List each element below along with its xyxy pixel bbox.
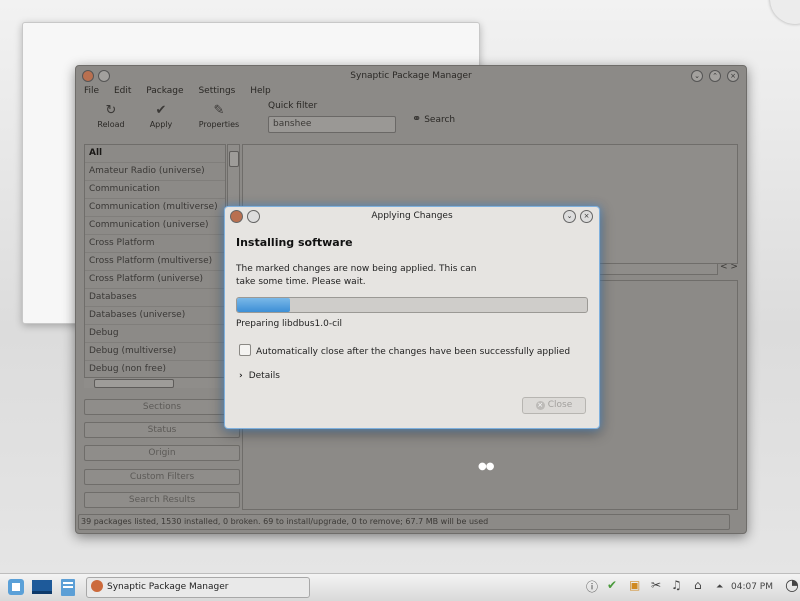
maximize-icon[interactable]: ⌃ — [709, 70, 721, 82]
busy-spinner-icon: ●● — [478, 461, 494, 472]
cashew-icon[interactable]: ◔ — [785, 575, 799, 594]
section-item[interactable]: Cross Platform — [85, 235, 225, 253]
close-icon[interactable]: × — [727, 70, 739, 82]
section-item[interactable]: Communication (multiverse) — [85, 199, 225, 217]
network-icon[interactable]: ⌂ — [694, 578, 702, 592]
section-item[interactable]: Cross Platform (universe) — [85, 271, 225, 289]
klipper-scissors-icon[interactable]: ✂ — [651, 578, 661, 592]
section-item[interactable]: All — [85, 145, 225, 163]
desktop-widget — [770, 0, 800, 24]
progress-status: Preparing libdbus1.0-cil — [236, 319, 343, 329]
update-icon[interactable]: ✔ — [607, 578, 617, 592]
search-results-button[interactable]: Search Results — [84, 492, 240, 508]
quick-filter-input[interactable]: banshee — [268, 116, 396, 133]
dialog-title: Applying Changes — [371, 211, 453, 221]
menu-file[interactable]: File — [84, 86, 99, 96]
auto-close-checkbox[interactable]: Automatically close after the changes ha… — [239, 344, 570, 357]
tray-expand-icon[interactable]: ⏶ — [716, 582, 723, 592]
checkmark-icon: ✔ — [155, 103, 167, 118]
window-title: Synaptic Package Manager — [350, 71, 472, 81]
info-icon[interactable]: ⓘ — [586, 578, 598, 595]
sections-list: All Amateur Radio (universe) Communication… — [84, 144, 226, 378]
properties-button[interactable]: ✎ Properties — [196, 102, 242, 130]
menubar: File Edit Package Settings Help — [84, 86, 283, 100]
section-item[interactable]: Databases — [85, 289, 225, 307]
section-item[interactable]: Databases (universe) — [85, 307, 225, 325]
progress-fill — [237, 298, 290, 312]
clipboard-icon[interactable]: ▣ — [629, 578, 640, 592]
volume-icon[interactable]: ♫ — [671, 578, 682, 592]
close-icon: × — [535, 401, 545, 410]
toolbar: ↻ Reload ✔ Apply ✎ Properties Quick filt… — [84, 101, 734, 138]
start-menu-icon[interactable] — [6, 577, 26, 597]
status-filter-button[interactable]: Status — [84, 422, 240, 438]
properties-icon: ✎ — [213, 103, 225, 118]
close-icon[interactable]: × — [580, 210, 593, 223]
clock[interactable]: 04:07 PM — [731, 582, 773, 592]
taskbar: Synaptic Package Manager ⓘ ✔ ▣ ✂ ♫ ⌂ ⏶ 0… — [0, 573, 800, 601]
section-item[interactable]: Amateur Radio (universe) — [85, 163, 225, 181]
task-synaptic[interactable]: Synaptic Package Manager — [86, 577, 310, 598]
menu-package[interactable]: Package — [146, 86, 183, 96]
reload-button[interactable]: ↻ Reload — [88, 102, 134, 130]
package-list-scrollbar[interactable] — [596, 263, 718, 275]
search-button[interactable]: ⚭ Search — [412, 112, 455, 125]
file-manager-icon[interactable] — [58, 577, 78, 597]
section-item[interactable]: Debug (multiverse) — [85, 343, 225, 361]
section-item[interactable]: Debug (non free) — [85, 361, 225, 377]
apply-button[interactable]: ✔ Apply — [138, 102, 184, 130]
status-bar: 39 packages listed, 1530 installed, 0 br… — [78, 514, 730, 530]
progress-bar — [236, 297, 588, 313]
origin-filter-button[interactable]: Origin — [84, 445, 240, 461]
binoculars-icon: ⚭ — [412, 112, 422, 125]
chevron-right-icon: › — [239, 371, 243, 381]
custom-filters-button[interactable]: Custom Filters — [84, 469, 240, 485]
menu-help[interactable]: Help — [250, 86, 271, 96]
reload-icon: ↻ — [105, 103, 117, 118]
details-expander[interactable]: › Details — [239, 371, 280, 381]
scrollbar-thumb[interactable] — [94, 379, 174, 388]
sections-horizontal-scrollbar[interactable] — [84, 378, 238, 388]
scrollbar-thumb[interactable] — [229, 151, 239, 167]
minimize-icon[interactable]: ⌄ — [563, 210, 576, 223]
close-button[interactable]: × Close — [522, 397, 586, 414]
menu-settings[interactable]: Settings — [198, 86, 235, 96]
section-item[interactable]: Communication — [85, 181, 225, 199]
minimize-icon[interactable]: ⌄ — [691, 70, 703, 82]
show-desktop-icon[interactable] — [31, 577, 52, 597]
section-item[interactable]: Communication (universe) — [85, 217, 225, 235]
menu-edit[interactable]: Edit — [114, 86, 131, 96]
quick-filter-label: Quick filter — [268, 101, 318, 111]
section-item[interactable]: Cross Platform (multiverse) — [85, 253, 225, 271]
section-item[interactable]: Debug — [85, 325, 225, 343]
dialog-message: The marked changes are now being applied… — [236, 264, 477, 287]
applying-changes-dialog: Applying Changes ⌄ × Installing software… — [224, 206, 600, 429]
synaptic-icon — [91, 580, 103, 592]
scroll-arrows-icon[interactable]: < > — [720, 262, 738, 272]
dialog-heading: Installing software — [236, 236, 353, 249]
checkbox-icon[interactable] — [239, 344, 251, 356]
sections-filter-button[interactable]: Sections — [84, 399, 240, 415]
